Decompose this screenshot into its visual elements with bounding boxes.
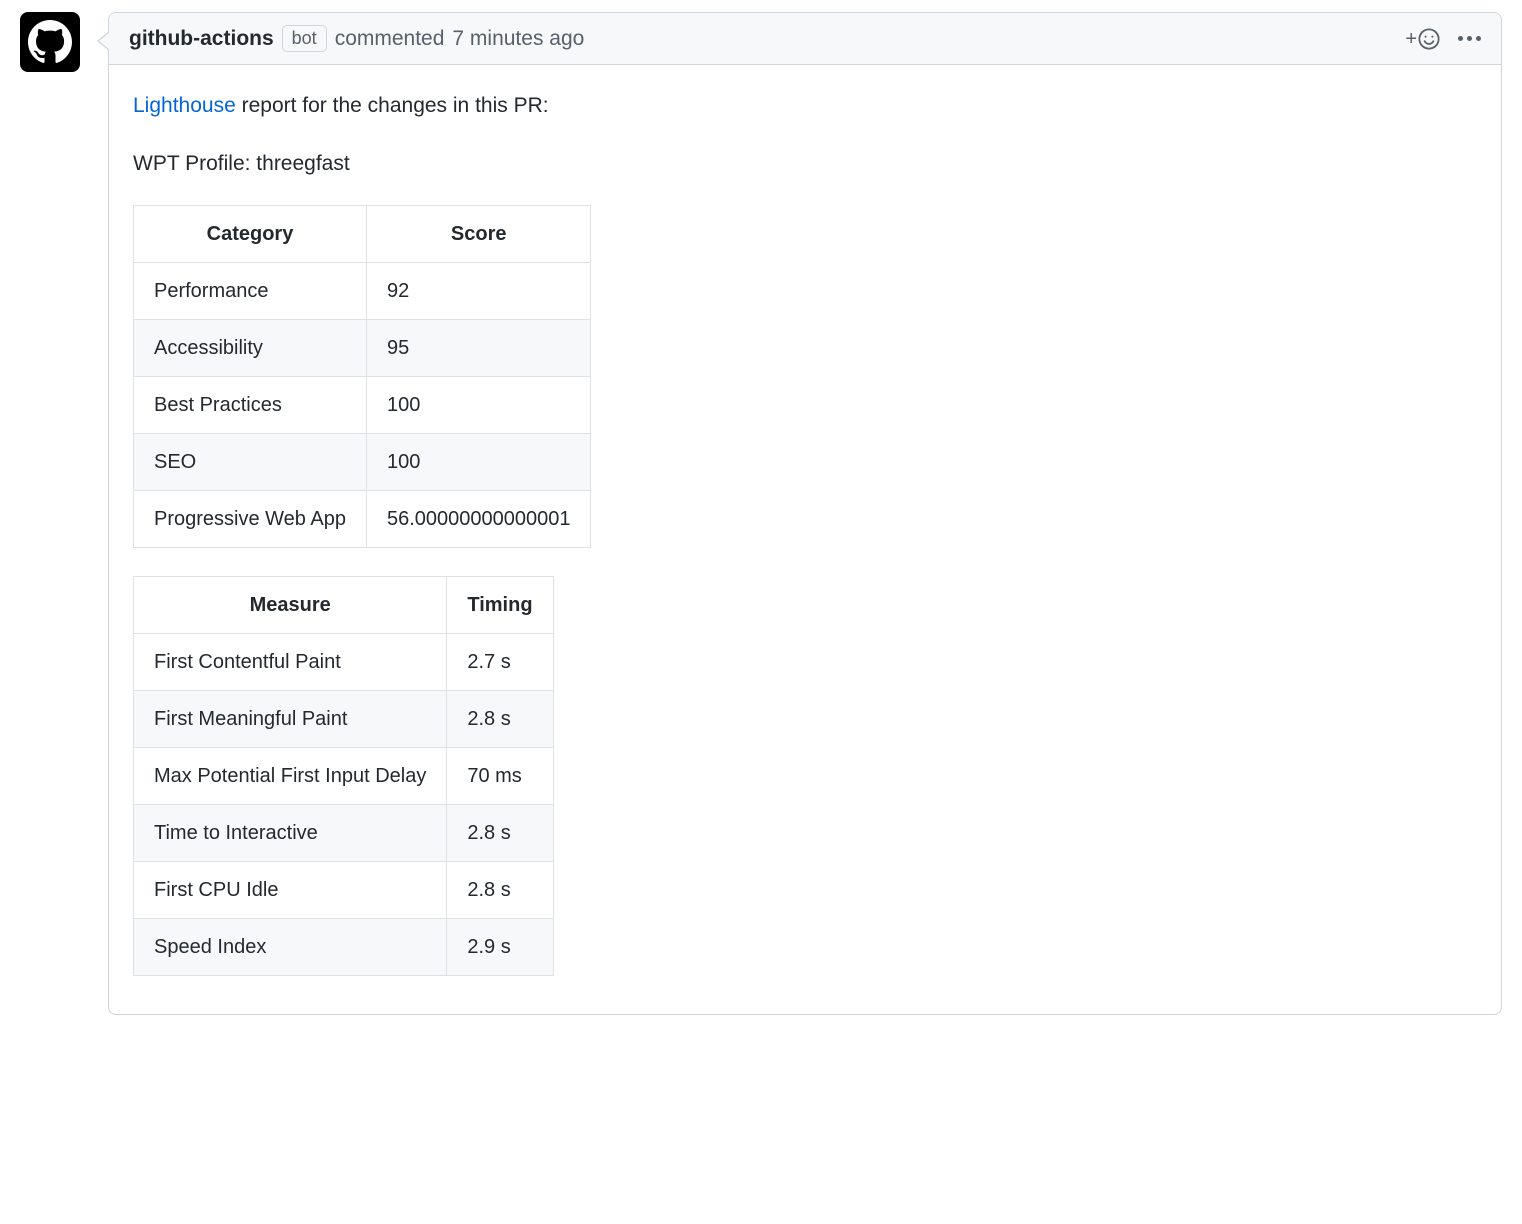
report-intro-text: report for the changes in this PR: bbox=[236, 94, 549, 117]
wpt-profile-line: WPT Profile: threegfast bbox=[133, 147, 1477, 181]
lighthouse-link[interactable]: Lighthouse bbox=[133, 94, 236, 117]
comment-header-right: + bbox=[1405, 28, 1481, 50]
table-row: First Meaningful Paint 2.8 s bbox=[134, 690, 554, 747]
table-row: Time to Interactive 2.8 s bbox=[134, 804, 554, 861]
category-cell: Accessibility bbox=[134, 319, 367, 376]
comment-author[interactable]: github-actions bbox=[129, 27, 274, 51]
comment-body: Lighthouse report for the changes in thi… bbox=[109, 65, 1501, 1013]
measure-cell: First Meaningful Paint bbox=[134, 690, 447, 747]
timing-cell: 2.8 s bbox=[447, 690, 553, 747]
measure-cell: Speed Index bbox=[134, 918, 447, 975]
table-header-measure: Measure bbox=[134, 576, 447, 633]
more-actions-button[interactable] bbox=[1458, 36, 1481, 41]
measure-cell: Max Potential First Input Delay bbox=[134, 747, 447, 804]
score-cell: 95 bbox=[366, 319, 591, 376]
measure-cell: First Contentful Paint bbox=[134, 633, 447, 690]
category-cell: SEO bbox=[134, 433, 367, 490]
table-header-category: Category bbox=[134, 205, 367, 262]
table-header-row: Measure Timing bbox=[134, 576, 554, 633]
score-cell: 100 bbox=[366, 376, 591, 433]
table-header-timing: Timing bbox=[447, 576, 553, 633]
table-header-row: Category Score bbox=[134, 205, 591, 262]
github-logo-icon bbox=[28, 20, 72, 64]
table-row: First Contentful Paint 2.7 s bbox=[134, 633, 554, 690]
comment-header: github-actions bot commented 7 minutes a… bbox=[109, 13, 1501, 65]
table-row: Progressive Web App 56.00000000000001 bbox=[134, 490, 591, 547]
dot-icon bbox=[1458, 36, 1463, 41]
table-row: Performance 92 bbox=[134, 262, 591, 319]
timing-cell: 2.7 s bbox=[447, 633, 553, 690]
comment-action-text: commented bbox=[335, 27, 445, 51]
github-avatar[interactable] bbox=[20, 12, 80, 72]
measure-timing-table: Measure Timing First Contentful Paint 2.… bbox=[133, 576, 554, 976]
smiley-icon bbox=[1418, 28, 1440, 50]
category-cell: Performance bbox=[134, 262, 367, 319]
dot-icon bbox=[1467, 36, 1472, 41]
table-row: Max Potential First Input Delay 70 ms bbox=[134, 747, 554, 804]
comment-timestamp[interactable]: 7 minutes ago bbox=[452, 27, 584, 51]
timing-cell: 2.9 s bbox=[447, 918, 553, 975]
dot-icon bbox=[1476, 36, 1481, 41]
timing-cell: 70 ms bbox=[447, 747, 553, 804]
table-row: Speed Index 2.9 s bbox=[134, 918, 554, 975]
bot-badge: bot bbox=[282, 25, 327, 52]
score-cell: 56.00000000000001 bbox=[366, 490, 591, 547]
score-cell: 92 bbox=[366, 262, 591, 319]
category-cell: Best Practices bbox=[134, 376, 367, 433]
table-row: First CPU Idle 2.8 s bbox=[134, 861, 554, 918]
table-header-score: Score bbox=[366, 205, 591, 262]
category-score-table: Category Score Performance 92 Accessibil… bbox=[133, 205, 591, 548]
timing-cell: 2.8 s bbox=[447, 861, 553, 918]
table-row: Best Practices 100 bbox=[134, 376, 591, 433]
category-cell: Progressive Web App bbox=[134, 490, 367, 547]
measure-cell: First CPU Idle bbox=[134, 861, 447, 918]
timing-cell: 2.8 s bbox=[447, 804, 553, 861]
comment-box: github-actions bot commented 7 minutes a… bbox=[108, 12, 1502, 1015]
comment-header-left: github-actions bot commented 7 minutes a… bbox=[129, 25, 584, 52]
score-cell: 100 bbox=[366, 433, 591, 490]
table-row: SEO 100 bbox=[134, 433, 591, 490]
comment-container: github-actions bot commented 7 minutes a… bbox=[0, 0, 1522, 1035]
report-intro-line: Lighthouse report for the changes in thi… bbox=[133, 89, 1477, 123]
measure-cell: Time to Interactive bbox=[134, 804, 447, 861]
plus-icon: + bbox=[1405, 29, 1417, 49]
table-row: Accessibility 95 bbox=[134, 319, 591, 376]
add-reaction-button[interactable]: + bbox=[1405, 28, 1440, 50]
